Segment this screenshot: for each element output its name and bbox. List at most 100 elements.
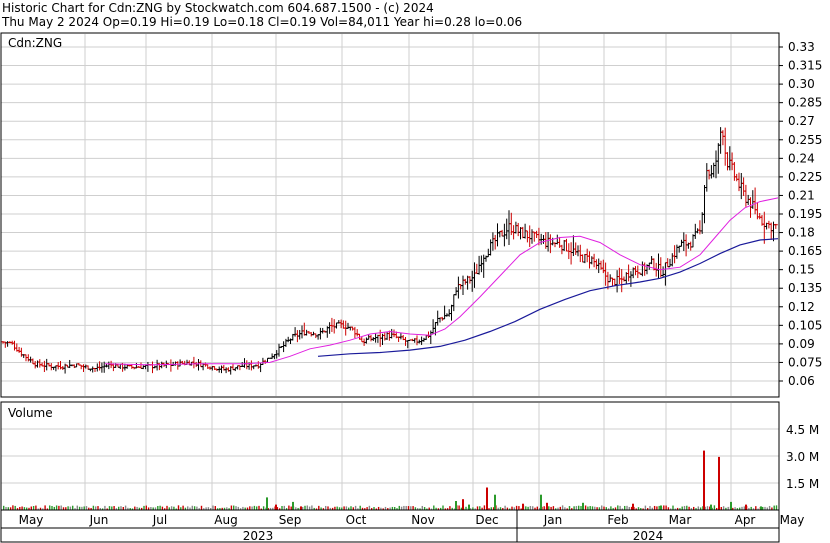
ohlc-bar xyxy=(35,360,40,368)
volume-bar xyxy=(262,506,265,510)
volume-bar xyxy=(601,505,603,510)
volume-bar xyxy=(525,506,527,510)
ohlc-bar xyxy=(663,262,668,286)
ohlc-bar xyxy=(640,261,645,277)
ohlc-bar xyxy=(656,253,661,279)
month-label: Jun xyxy=(89,513,109,527)
volume-bar xyxy=(568,506,571,510)
volume-spike-bar xyxy=(275,504,277,510)
ohlc-bar xyxy=(37,359,42,368)
ohlc-bar xyxy=(658,257,663,278)
ohlc-bar xyxy=(564,238,569,252)
price-tick-label: 0.33 xyxy=(788,40,815,54)
year-label-2024: 2024 xyxy=(633,529,664,543)
volume-bar xyxy=(327,506,329,510)
volume-bar xyxy=(713,505,716,510)
ohlc-bar xyxy=(513,221,518,234)
volume-bar xyxy=(458,505,460,510)
volume-bar xyxy=(421,505,423,510)
volume-spike-bar xyxy=(745,504,747,510)
month-label: May xyxy=(780,513,805,527)
ohlc-bar xyxy=(718,127,723,154)
ohlc-bar xyxy=(327,322,332,334)
volume-spike-bar xyxy=(455,501,457,510)
volume-bar xyxy=(159,505,161,510)
ohlc-bar xyxy=(723,127,728,166)
volume-bar xyxy=(345,506,348,510)
volume-bar xyxy=(575,506,578,510)
volume-bar xyxy=(518,506,520,510)
price-tick-label: 0.255 xyxy=(788,133,822,147)
ohlc-bar xyxy=(30,358,35,365)
volume-bar xyxy=(350,506,352,510)
volume-bar xyxy=(584,505,587,510)
ohlc-bar xyxy=(493,234,498,250)
month-label: Feb xyxy=(607,513,628,527)
volume-bar xyxy=(233,505,235,510)
price-tick-label: 0.30 xyxy=(788,77,815,91)
volume-bar xyxy=(111,506,113,510)
ohlc-bar xyxy=(589,256,594,265)
volume-bar xyxy=(653,505,656,510)
volume-bar xyxy=(658,505,660,510)
volume-bar xyxy=(281,505,283,510)
ohlc-bar xyxy=(385,331,390,340)
ohlc-bar xyxy=(571,235,576,257)
ohlc-bar xyxy=(300,325,304,339)
volume-bar xyxy=(336,506,338,510)
volume-bar xyxy=(170,506,173,510)
ohlc-bar xyxy=(635,265,640,279)
month-label: Apr xyxy=(735,513,756,527)
ohlc-bar xyxy=(707,169,712,180)
volume-bar xyxy=(591,506,594,510)
volume-bar xyxy=(656,506,658,510)
price-tick-label: 0.135 xyxy=(788,281,822,295)
ohlc-bar xyxy=(90,366,95,373)
volume-bar xyxy=(124,505,127,510)
ohlc-bar xyxy=(486,248,491,258)
volume-bar xyxy=(21,506,23,510)
volume-bar xyxy=(161,506,164,510)
ohlc-bar xyxy=(732,161,737,181)
volume-spike-bar xyxy=(632,503,634,510)
ohlc-bar xyxy=(139,362,143,369)
ohlc-bar xyxy=(265,357,270,363)
ohlc-bar xyxy=(633,266,638,276)
ohlc-bar xyxy=(615,270,620,293)
volume-bar xyxy=(410,506,412,510)
ohlc-bar xyxy=(516,222,521,237)
volume-bar xyxy=(311,505,313,510)
ohlc-bar xyxy=(424,335,429,341)
price-tick-label: 0.21 xyxy=(788,188,815,202)
ohlc-bar xyxy=(507,210,511,245)
volume-bar xyxy=(55,505,58,510)
ohlc-bar xyxy=(490,232,495,251)
stock-chart: Cdn:ZNG Volume 0.33 0.315 0.30 0.285 0.27 0.2… xyxy=(0,32,822,543)
ohlc-bar xyxy=(270,353,275,359)
volume-bar xyxy=(706,506,709,510)
volume-bar xyxy=(318,505,320,510)
ohlc-bar xyxy=(141,365,146,370)
volume-spike-bar xyxy=(582,502,584,510)
month-label: Mar xyxy=(669,513,692,527)
volume-bar xyxy=(14,505,16,510)
ohlc-bar xyxy=(283,338,288,347)
price-tick-label: 0.12 xyxy=(788,300,815,314)
volume-spike-bar xyxy=(710,504,712,510)
price-tick-label: 0.225 xyxy=(788,170,822,184)
ohlc-bar xyxy=(693,223,698,239)
volume-bar xyxy=(32,506,35,510)
volume-bar xyxy=(97,506,99,510)
ohlc-bar xyxy=(700,212,705,234)
volume-bar xyxy=(249,506,251,510)
volume-bar xyxy=(515,505,518,510)
ohlc-bar xyxy=(67,359,72,369)
volume-spike-bar xyxy=(660,505,662,510)
ohlc-bar xyxy=(530,229,534,244)
volume-bar xyxy=(306,505,308,510)
ohlc-bar xyxy=(231,364,235,371)
volume-bar xyxy=(76,505,78,510)
price-tick-label: 0.105 xyxy=(788,318,822,332)
volume-bar xyxy=(30,506,32,510)
volume-spike-bar xyxy=(494,494,496,510)
